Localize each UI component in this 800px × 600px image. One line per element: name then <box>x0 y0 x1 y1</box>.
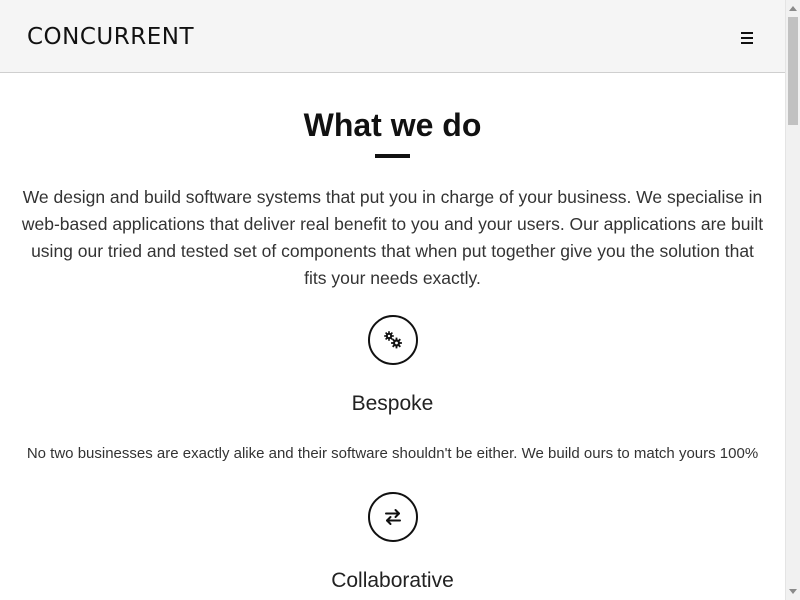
exchange-arrows-icon <box>368 492 418 542</box>
gears-icon <box>368 315 418 365</box>
scroll-down-arrow-icon[interactable] <box>789 589 797 594</box>
scrollbar-thumb[interactable] <box>788 17 798 125</box>
gears-icon-graphic <box>384 331 402 349</box>
feature-description-bespoke: No two businesses are exactly alike and … <box>26 445 759 462</box>
site-logo[interactable]: CONCURRENT <box>27 22 194 52</box>
feature-title-collaborative: Collaborative <box>331 569 454 592</box>
menu-bar-middle <box>741 37 753 39</box>
hamburger-menu-button[interactable] <box>736 27 758 49</box>
feature-title-bespoke: Bespoke <box>351 392 434 415</box>
scroll-up-arrow-icon[interactable] <box>789 6 797 11</box>
page-content: CONCURRENT What we do We design and buil… <box>0 0 785 600</box>
section-title: What we do <box>303 107 482 143</box>
title-underline <box>375 154 410 158</box>
vertical-scrollbar[interactable] <box>785 0 800 600</box>
site-header: CONCURRENT <box>0 0 785 73</box>
browser-viewport: CONCURRENT What we do We design and buil… <box>0 0 800 600</box>
menu-bar-top <box>741 32 753 34</box>
intro-paragraph: We design and build software systems tha… <box>21 187 764 288</box>
exchange-arrows-icon-graphic <box>385 509 401 525</box>
menu-bar-bottom <box>741 42 753 44</box>
